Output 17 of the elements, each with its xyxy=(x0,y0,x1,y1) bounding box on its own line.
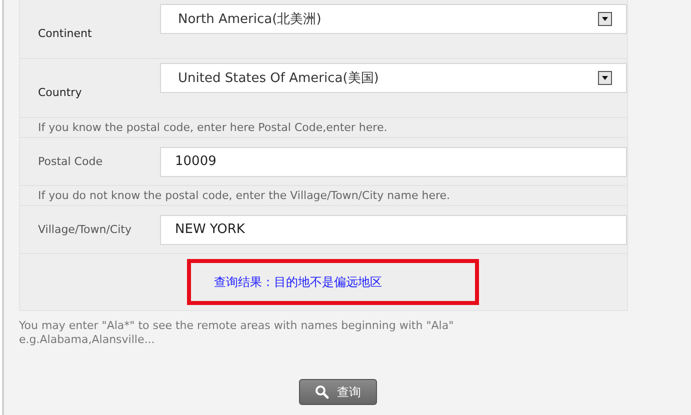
instruction-text: If you do not know the postal code, enter the Village/Town/City name here. xyxy=(38,189,450,202)
field-label: Country xyxy=(38,86,83,99)
search-button[interactable]: 查询 xyxy=(299,379,377,405)
select-field[interactable]: United States Of America(美国) xyxy=(160,63,627,93)
hint-text: You may enter "Ala*" to see the remote areas with names beginning with "Ala" xyxy=(19,319,455,333)
result-message: 查询结果：目的地不是偏远地区 xyxy=(187,259,479,305)
text-field[interactable]: NEW YORK xyxy=(160,214,627,244)
select-field[interactable]: North America(北美洲) xyxy=(160,4,627,34)
dropdown-icon xyxy=(598,71,612,85)
instruction-text: If you know the postal code, enter here Postal Code,enter here. xyxy=(38,121,388,134)
field-label: Postal Code xyxy=(38,155,104,168)
field-label: Village/Town/City xyxy=(38,223,132,236)
dropdown-icon xyxy=(598,12,612,26)
field-label: Continent xyxy=(38,27,93,40)
search-icon xyxy=(315,385,329,399)
text-field[interactable]: 10009 xyxy=(160,146,627,176)
hint-text: e.g.Alabama,Alansville... xyxy=(19,333,156,347)
